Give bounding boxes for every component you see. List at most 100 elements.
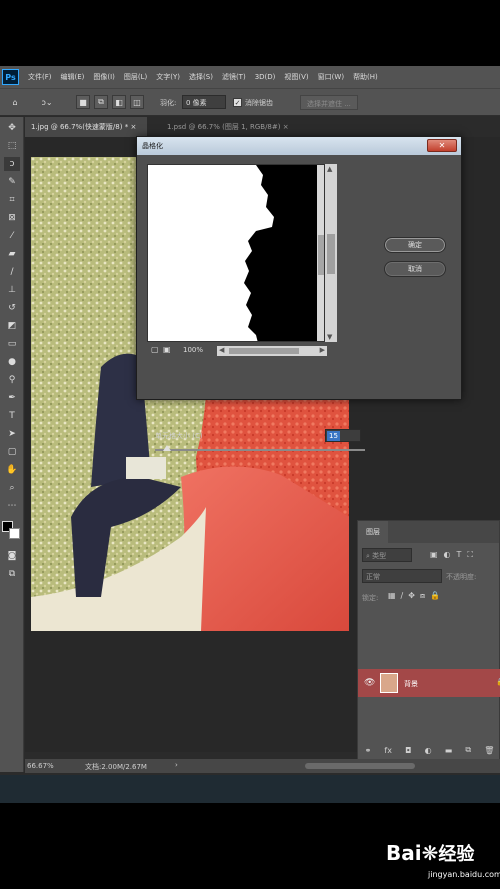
lasso-tool-preset-icon[interactable]: ↄ⌄ [36, 95, 58, 109]
menu-select[interactable]: 选择(S) [189, 72, 213, 82]
home-icon[interactable]: ⌂ [8, 95, 22, 109]
background-color-swatch[interactable] [9, 528, 20, 539]
horizontal-scrollbar[interactable] [305, 763, 415, 769]
status-arrow-icon[interactable]: › [175, 761, 178, 769]
new-layer-icon[interactable]: ⧉ [465, 745, 471, 755]
menu-layer[interactable]: 图层(L) [124, 72, 147, 82]
scroll-right-icon[interactable]: ▶ [320, 346, 325, 354]
blend-mode-select[interactable]: 正常 [362, 569, 442, 583]
quick-selection-tool-icon[interactable]: ✎ [4, 175, 20, 189]
select-and-mask-button[interactable]: 选择并遮住 ... [300, 95, 358, 110]
healing-brush-tool-icon[interactable]: ▰ [4, 247, 20, 261]
dodge-tool-icon[interactable]: ⚲ [4, 373, 20, 387]
preview-hscrollbar[interactable]: ◀ ▶ [217, 346, 327, 356]
marquee-tool-icon[interactable]: ⬚ [4, 139, 20, 153]
brush-tool-icon[interactable]: ∕ [4, 265, 20, 279]
close-icon[interactable]: × [283, 123, 289, 131]
brand-suffix: 经验 [438, 844, 475, 865]
zoom-level[interactable]: 66.67% [27, 762, 54, 770]
watermark-url: jingyan.baidu.com [428, 870, 500, 879]
cancel-button[interactable]: 取消 [384, 261, 446, 277]
blur-tool-icon[interactable]: ● [4, 355, 20, 369]
tab-1-psd[interactable]: 1.psd @ 66.7% (图层 1, RGB/8#) × [161, 117, 311, 137]
rectangle-tool-icon[interactable]: ▢ [4, 445, 20, 459]
move-tool-icon[interactable]: ✥ [4, 121, 20, 135]
pen-tool-icon[interactable]: ✒ [4, 391, 20, 405]
menu-help[interactable]: 帮助(H) [353, 72, 378, 82]
layer-filter-icons[interactable]: ▣◐T⛶ [430, 550, 479, 560]
layer-name[interactable]: 背景 [404, 679, 418, 689]
layer-kind-label: 类型 [372, 552, 387, 560]
layer-kind-filter[interactable]: ⌕ 类型 [362, 548, 412, 562]
zoom-tool-icon[interactable]: ⌕ [4, 481, 20, 495]
zoom-in-icon[interactable]: ▣ [163, 345, 171, 354]
zoom-out-icon[interactable]: ▢ [151, 345, 159, 354]
layer-row-background[interactable]: 👁 背景 🔒 [358, 669, 500, 697]
screen-mode-icon[interactable]: ⧉ [4, 567, 20, 581]
menu-file[interactable]: 文件(F) [28, 72, 52, 82]
eyedropper-tool-icon[interactable]: ⁄ [4, 229, 20, 243]
scroll-up-icon[interactable]: ▲ [327, 165, 332, 173]
paw-icon: ❋ [421, 841, 439, 865]
tab-label: 1.jpg @ 66.7%(快速蒙版/8) * [31, 123, 129, 131]
gradient-tool-icon[interactable]: ▭ [4, 337, 20, 351]
preview-scrollbar[interactable]: ▲ ▼ [325, 164, 337, 342]
layer-style-icon[interactable]: fx [384, 746, 392, 755]
add-mask-icon[interactable]: ◘ [405, 746, 411, 755]
crop-tool-icon[interactable]: ⌗ [4, 193, 20, 207]
edit-toolbar-icon[interactable]: ⋯ [4, 499, 20, 513]
preview-zoom: 100% [183, 346, 204, 354]
cell-size-slider[interactable] [155, 445, 365, 451]
history-brush-tool-icon[interactable]: ↺ [4, 301, 20, 315]
close-button[interactable]: ✕ [427, 139, 457, 152]
add-selection-icon[interactable]: ⧉ [94, 95, 108, 109]
tab-1-jpg[interactable]: 1.jpg @ 66.7%(快速蒙版/8) * × [25, 117, 147, 137]
dialog-titlebar[interactable]: 晶格化 ✕ [137, 137, 461, 155]
eraser-tool-icon[interactable]: ◩ [4, 319, 20, 333]
lasso-tool-icon[interactable]: ↄ [4, 157, 20, 171]
menu-bar: Ps 文件(F) 编辑(E) 图像(I) 图层(L) 文字(Y) 选择(S) 滤… [0, 66, 500, 88]
cell-size-input[interactable]: 15 [325, 429, 361, 442]
brand-text: Bai [386, 841, 422, 865]
menu-3d[interactable]: 3D(D) [255, 73, 276, 81]
antialias-label: 消除锯齿 [245, 99, 273, 107]
clone-stamp-tool-icon[interactable]: ⊥ [4, 283, 20, 297]
slider-handle[interactable] [163, 445, 171, 451]
link-layers-icon[interactable]: ⚭ [365, 746, 372, 755]
cell-size-label: 单元格大小 (C) [155, 432, 203, 440]
antialias-checkbox[interactable]: ✓ [233, 98, 242, 107]
subtract-selection-icon[interactable]: ◧ [112, 95, 126, 109]
quick-mask-icon[interactable]: ◙ [4, 549, 20, 563]
filter-preview[interactable] [147, 164, 325, 342]
preview-image [148, 165, 324, 341]
frame-tool-icon[interactable]: ⊠ [4, 211, 20, 225]
tab-layers[interactable]: 图层 [358, 521, 388, 543]
menu-image[interactable]: 图像(I) [93, 72, 115, 82]
menu-filter[interactable]: 滤镜(T) [222, 72, 246, 82]
feather-input[interactable]: 0 像素 [182, 95, 226, 109]
scroll-left-icon[interactable]: ◀ [219, 346, 224, 354]
hscroll-thumb[interactable] [229, 348, 299, 354]
type-tool-icon[interactable]: T [4, 409, 20, 423]
close-icon[interactable]: × [130, 123, 136, 131]
menu-view[interactable]: 视图(V) [284, 72, 308, 82]
adjustment-layer-icon[interactable]: ◐ [425, 746, 432, 755]
menu-edit[interactable]: 编辑(E) [61, 72, 85, 82]
hand-tool-icon[interactable]: ✋ [4, 463, 20, 477]
ok-button[interactable]: 确定 [384, 237, 446, 253]
path-selection-tool-icon[interactable]: ➤ [4, 427, 20, 441]
new-group-icon[interactable]: ▬ [445, 746, 453, 755]
baidu-logo: Bai❋经验 [386, 840, 474, 866]
delete-layer-icon[interactable]: 🗑 [484, 746, 494, 755]
scroll-thumb[interactable] [327, 234, 335, 274]
eye-icon[interactable]: 👁 [364, 678, 375, 688]
scroll-down-icon[interactable]: ▼ [327, 333, 332, 341]
tools-panel: ✥ ⬚ ↄ ✎ ⌗ ⊠ ⁄ ▰ ∕ ⊥ ↺ ◩ ▭ ● ⚲ ✒ T ➤ ▢ ✋ … [0, 117, 24, 772]
new-selection-icon[interactable]: ■ [76, 95, 90, 109]
crystallize-dialog: 晶格化 ✕ ▲ ▼ ▢ ▣ 100% ◀ ▶ 确定 取消 单元格大小 (C) 1… [136, 136, 462, 451]
lock-label: 锁定: [362, 594, 379, 602]
intersect-selection-icon[interactable]: ◫ [130, 95, 144, 109]
lock-icons[interactable]: ▦∕✥⧈🔒 [388, 591, 445, 601]
menu-window[interactable]: 窗口(W) [318, 72, 344, 82]
menu-type[interactable]: 文字(Y) [156, 72, 180, 82]
